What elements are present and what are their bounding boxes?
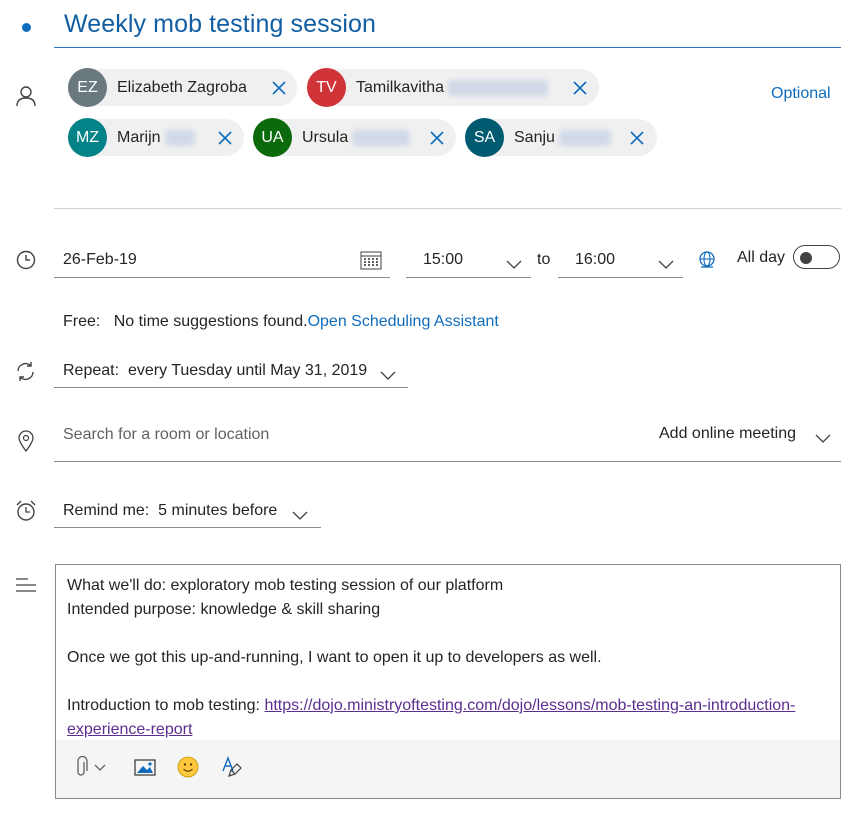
optional-attendees-link[interactable]: Optional <box>771 85 831 103</box>
remove-attendee-icon[interactable] <box>628 129 646 147</box>
attendee-chip[interactable]: UA Ursula <box>253 118 456 157</box>
location-underline <box>54 461 841 462</box>
chevron-down-icon[interactable] <box>815 430 831 448</box>
reminder-label: Remind me: <box>63 502 150 519</box>
attendee-name: Tamilkavitha <box>356 78 445 96</box>
chevron-down-icon[interactable] <box>380 367 396 385</box>
chevron-down-icon[interactable] <box>658 256 674 274</box>
avatar: EZ <box>68 68 107 107</box>
attendee-chip[interactable]: EZ Elizabeth Zagroba <box>68 68 297 107</box>
start-time-underline <box>406 277 531 278</box>
redacted-surname <box>352 129 411 146</box>
attendee-chip[interactable]: MZ Marijn <box>68 118 244 157</box>
start-time-select[interactable]: 15:00 <box>423 251 463 269</box>
avatar: MZ <box>68 118 107 157</box>
attendee-name: Ursula <box>302 128 349 146</box>
body-line: What we'll do: exploratory mob testing s… <box>67 577 504 594</box>
event-title-input[interactable]: Weekly mob testing session <box>64 10 376 39</box>
end-time-select[interactable]: 16:00 <box>575 251 615 269</box>
globe-icon[interactable] <box>697 250 717 275</box>
reminder-value: 5 minutes before <box>158 502 278 519</box>
title-dot-icon <box>22 23 31 32</box>
end-time-underline <box>558 277 683 278</box>
to-label: to <box>537 251 551 268</box>
attendee-name: Elizabeth Zagroba <box>117 78 247 96</box>
repeat-underline <box>54 387 408 388</box>
free-status: Free: No time suggestions found.Open Sch… <box>63 313 499 331</box>
reminder-underline <box>54 527 321 528</box>
title-underline <box>54 47 841 48</box>
calendar-icon[interactable] <box>360 250 382 275</box>
attendee-name: Marijn <box>117 128 161 146</box>
body-line: Once we got this up-and-running, I want … <box>67 649 602 666</box>
location-input[interactable]: Search for a room or location <box>63 426 269 444</box>
location-pin-icon <box>18 430 34 452</box>
intro-label: Introduction to mob testing: <box>67 697 265 714</box>
attendee-chip[interactable]: SA Sanju <box>465 118 657 157</box>
image-icon[interactable] <box>133 756 157 783</box>
add-online-meeting-select[interactable]: Add online meeting <box>659 425 796 443</box>
remove-attendee-icon[interactable] <box>270 79 288 97</box>
remove-attendee-icon[interactable] <box>571 79 589 97</box>
attendee-divider <box>54 208 841 209</box>
avatar: TV <box>307 68 346 107</box>
remove-attendee-icon[interactable] <box>428 129 446 147</box>
repeat-label: Repeat: <box>63 362 120 379</box>
redacted-surname <box>164 129 195 146</box>
paperclip-icon[interactable] <box>74 755 110 783</box>
date-underline <box>54 277 390 278</box>
repeat-select[interactable]: Repeat: every Tuesday until May 31, 2019 <box>63 362 367 380</box>
suggestion-message: No time suggestions found. <box>113 313 308 330</box>
scheduling-assistant-link[interactable]: Open Scheduling Assistant <box>308 313 499 330</box>
all-day-toggle[interactable] <box>793 245 840 269</box>
redacted-surname <box>448 79 549 96</box>
person-icon <box>15 85 37 107</box>
message-body-editor[interactable]: What we'll do: exploratory mob testing s… <box>55 564 841 799</box>
alarm-clock-icon <box>15 500 37 522</box>
format-painter-icon[interactable] <box>219 756 243 783</box>
chevron-down-icon[interactable] <box>292 507 308 525</box>
text-lines-icon <box>15 578 37 592</box>
emoji-icon[interactable] <box>177 756 199 783</box>
editor-toolbar <box>56 740 840 798</box>
chevron-down-icon[interactable] <box>506 256 522 274</box>
date-input[interactable]: 26-Feb-19 <box>63 251 137 269</box>
clock-icon <box>16 250 36 270</box>
all-day-label: All day <box>737 249 786 266</box>
body-line: Intended purpose: knowledge & skill shar… <box>67 601 381 618</box>
toggle-knob <box>800 252 812 264</box>
reminder-select[interactable]: Remind me: 5 minutes before <box>63 502 277 520</box>
attendee-name: Sanju <box>514 128 555 146</box>
redacted-surname <box>558 129 611 146</box>
avatar: SA <box>465 118 504 157</box>
avatar: UA <box>253 118 292 157</box>
body-line: Introduction to mob testing: https://doj… <box>67 694 807 742</box>
free-label: Free: <box>63 313 101 330</box>
remove-attendee-icon[interactable] <box>216 129 234 147</box>
repeat-value: every Tuesday until May 31, 2019 <box>127 362 368 379</box>
repeat-icon <box>15 361 36 382</box>
attendee-chip[interactable]: TV Tamilkavitha <box>307 68 599 107</box>
